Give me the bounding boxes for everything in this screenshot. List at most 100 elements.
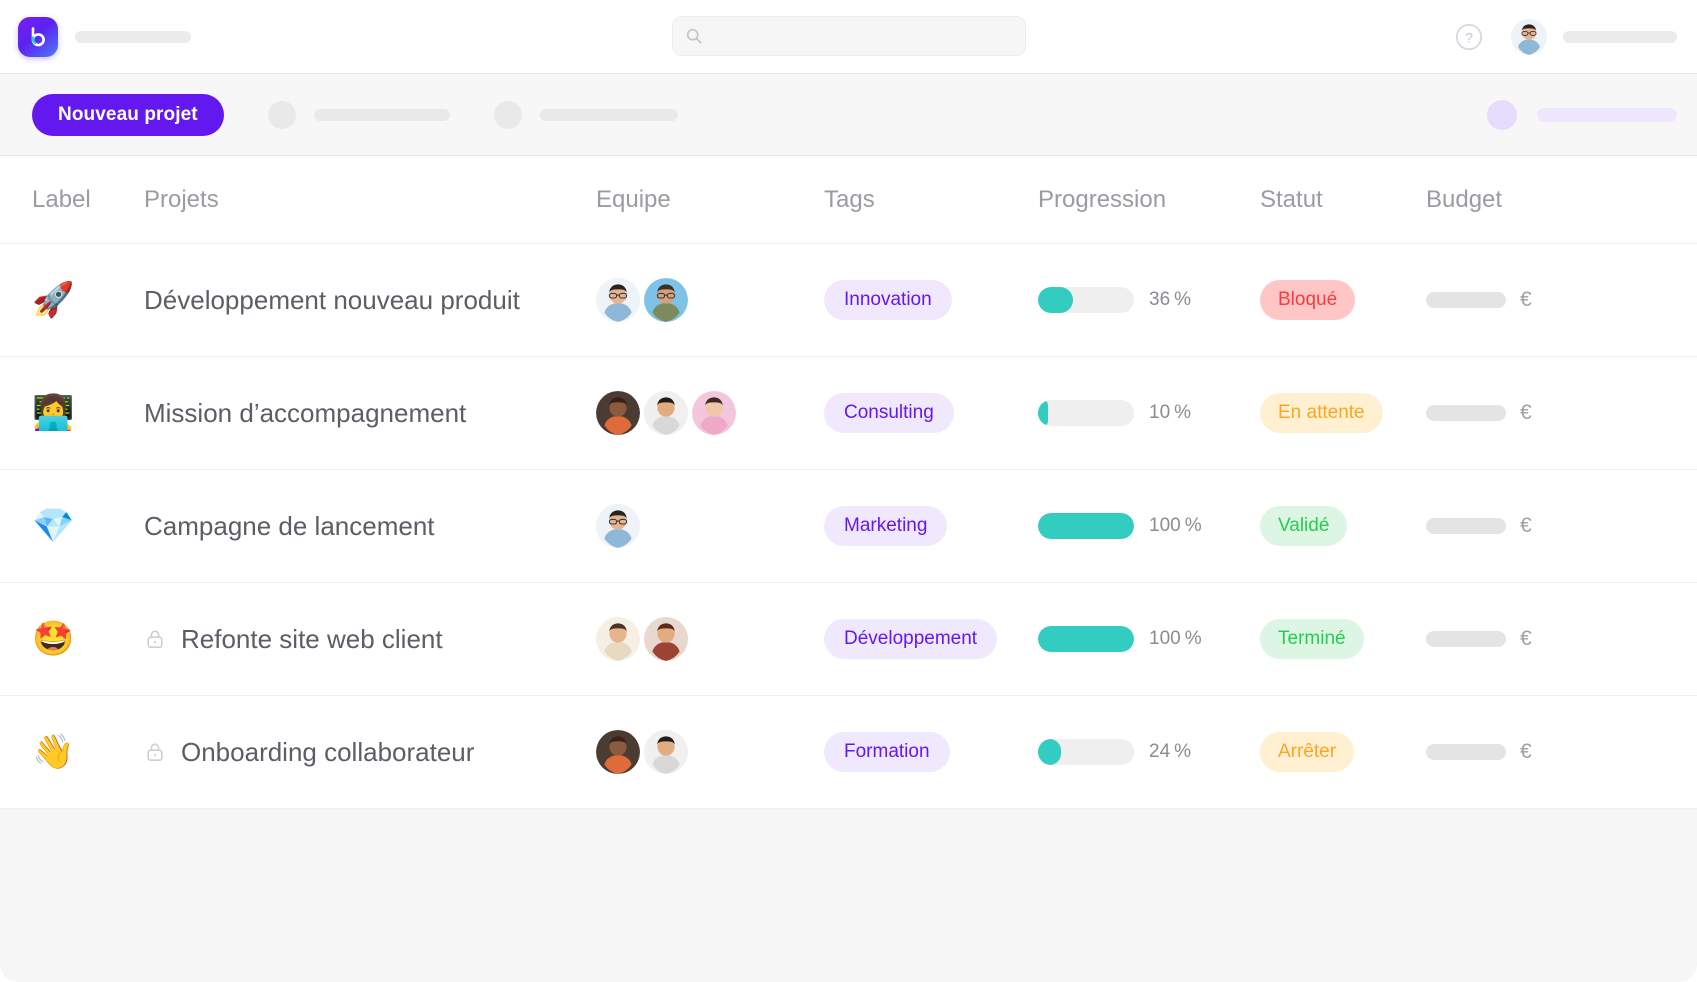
new-project-button[interactable]: Nouveau projet — [32, 94, 224, 136]
avatar[interactable] — [644, 278, 688, 322]
table-row[interactable]: 🚀 Développement nouveau produit Innovation… — [0, 244, 1697, 357]
project-name: Campagne de lancement — [144, 511, 435, 542]
table-body: 🚀 Développement nouveau produit Innovation… — [0, 244, 1697, 809]
column-header-progression[interactable]: Progression — [1038, 186, 1260, 214]
tag-badge[interactable]: Consulting — [824, 393, 954, 433]
project-name: Mission d’accompagnement — [144, 398, 466, 429]
user-avatar[interactable] — [1511, 19, 1547, 55]
table-row[interactable]: 🤩 Refonte site web client Développement 100… — [0, 583, 1697, 696]
column-header-budget[interactable]: Budget — [1426, 186, 1697, 214]
toolbar-right-action[interactable] — [1487, 100, 1677, 130]
toolbar-filter-2-label-placeholder — [540, 109, 678, 121]
progress-bar — [1038, 626, 1134, 652]
top-bar-right: ? — [1455, 19, 1677, 55]
toolbar-filter-2[interactable] — [494, 101, 678, 129]
progress-bar — [1038, 400, 1134, 426]
workspace-name-placeholder — [75, 31, 191, 43]
search-input[interactable] — [672, 16, 1026, 56]
column-header-statut[interactable]: Statut — [1260, 186, 1426, 214]
avatar[interactable] — [596, 730, 640, 774]
help-circle-icon[interactable]: ? — [1455, 23, 1483, 51]
budget-cell: € — [1426, 627, 1697, 651]
search-container — [672, 16, 1026, 56]
status-badge[interactable]: Arrêter — [1260, 732, 1354, 772]
progress-value: 36% — [1149, 289, 1191, 311]
team-avatars — [596, 278, 824, 322]
table-header: Label Projets Equipe Tags Progression St… — [0, 156, 1697, 244]
project-name: Onboarding collaborateur — [181, 737, 474, 768]
toolbar-filter-2-icon — [494, 101, 522, 129]
app-window: ? Nouveau projet — [0, 0, 1697, 982]
budget-cell: € — [1426, 401, 1697, 425]
status-badge[interactable]: En attente — [1260, 393, 1383, 433]
row-emoji-icon: 👩‍💻 — [32, 394, 74, 432]
column-header-equipe[interactable]: Equipe — [596, 186, 824, 214]
team-avatars — [596, 504, 824, 548]
status-badge[interactable]: Bloqué — [1260, 280, 1355, 320]
currency-symbol: € — [1520, 288, 1532, 312]
lock-icon — [144, 628, 166, 650]
table-row[interactable]: 👩‍💻 Mission d’accompagnement Consulting 10%… — [0, 357, 1697, 470]
row-emoji-icon: 👋 — [32, 733, 74, 771]
app-logo-icon[interactable] — [18, 17, 58, 57]
table-row[interactable]: 👋 Onboarding collaborateur Formation 24% Arr… — [0, 696, 1697, 809]
budget-value-placeholder — [1426, 518, 1506, 534]
avatar[interactable] — [644, 391, 688, 435]
row-emoji-icon: 🤩 — [32, 620, 74, 658]
team-avatars — [596, 617, 824, 661]
avatar[interactable] — [596, 617, 640, 661]
toolbar-filter-1-label-placeholder — [314, 109, 450, 121]
toolbar-right-label-placeholder — [1537, 108, 1677, 122]
tag-badge[interactable]: Formation — [824, 732, 950, 772]
column-header-projets[interactable]: Projets — [144, 186, 596, 214]
budget-value-placeholder — [1426, 744, 1506, 760]
status-badge[interactable]: Validé — [1260, 506, 1347, 546]
column-header-tags[interactable]: Tags — [824, 186, 1038, 214]
table-row[interactable]: 💎 Campagne de lancement Marketing 100% Valid… — [0, 470, 1697, 583]
currency-symbol: € — [1520, 401, 1532, 425]
progress-value: 24% — [1149, 741, 1191, 763]
row-emoji-icon: 💎 — [32, 507, 74, 545]
status-badge[interactable]: Terminé — [1260, 619, 1364, 659]
toolbar: Nouveau projet — [0, 74, 1697, 156]
progress-cell: 36% — [1038, 287, 1260, 313]
project-name: Refonte site web client — [181, 624, 443, 655]
avatar[interactable] — [692, 391, 736, 435]
progress-cell: 100% — [1038, 513, 1260, 539]
row-emoji-icon: 🚀 — [32, 281, 74, 319]
budget-value-placeholder — [1426, 292, 1506, 308]
toolbar-filter-1[interactable] — [268, 101, 450, 129]
progress-value: 100% — [1149, 515, 1202, 537]
top-bar: ? — [0, 0, 1697, 74]
avatar[interactable] — [596, 504, 640, 548]
budget-cell: € — [1426, 288, 1697, 312]
progress-bar — [1038, 739, 1134, 765]
page-footer — [0, 809, 1697, 982]
budget-value-placeholder — [1426, 405, 1506, 421]
svg-text:?: ? — [1465, 29, 1473, 45]
user-name-placeholder — [1563, 31, 1677, 43]
tag-badge[interactable]: Innovation — [824, 280, 952, 320]
avatar[interactable] — [644, 617, 688, 661]
project-name: Développement nouveau produit — [144, 285, 520, 316]
currency-symbol: € — [1520, 514, 1532, 538]
tag-badge[interactable]: Développement — [824, 619, 997, 659]
progress-bar — [1038, 287, 1134, 313]
currency-symbol: € — [1520, 740, 1532, 764]
currency-symbol: € — [1520, 627, 1532, 651]
progress-cell: 10% — [1038, 400, 1260, 426]
budget-value-placeholder — [1426, 631, 1506, 647]
avatar[interactable] — [596, 391, 640, 435]
progress-cell: 100% — [1038, 626, 1260, 652]
progress-value: 100% — [1149, 628, 1202, 650]
budget-cell: € — [1426, 740, 1697, 764]
search-icon — [685, 27, 703, 45]
progress-cell: 24% — [1038, 739, 1260, 765]
progress-value: 10% — [1149, 402, 1191, 424]
avatar[interactable] — [596, 278, 640, 322]
avatar[interactable] — [644, 730, 688, 774]
toolbar-filter-1-icon — [268, 101, 296, 129]
column-header-label[interactable]: Label — [32, 186, 144, 214]
tag-badge[interactable]: Marketing — [824, 506, 947, 546]
budget-cell: € — [1426, 514, 1697, 538]
